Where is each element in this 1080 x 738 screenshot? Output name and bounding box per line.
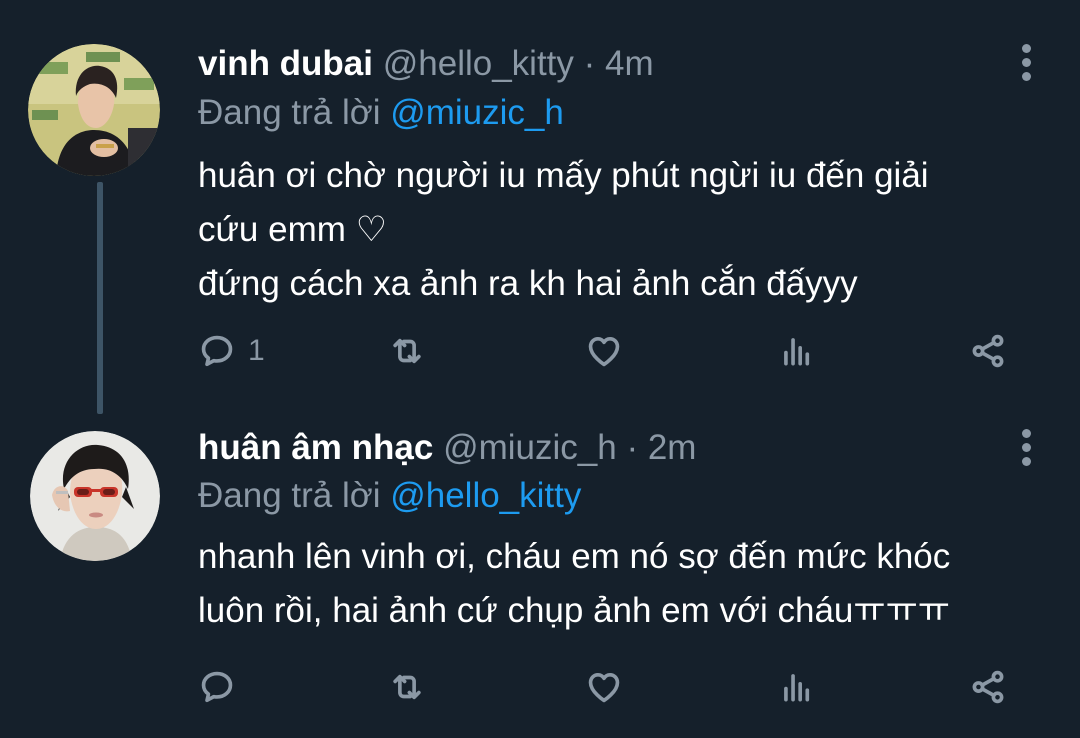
tweet[interactable]: huân âm nhạc @miuzic_h · 2m Đang trả lời… xyxy=(0,405,1080,738)
tweet-header: vinh dubai @hello_kitty · 4m xyxy=(198,44,654,84)
avatar-photo-icon xyxy=(28,44,160,176)
user-handle[interactable]: @miuzic_h xyxy=(443,428,617,467)
tweet-text: nhanh lên vinh ơi, cháu em nó sợ đến mức… xyxy=(198,537,951,630)
views-button[interactable] xyxy=(778,326,816,376)
display-name[interactable]: vinh dubai xyxy=(198,44,373,83)
replying-to-mention[interactable]: @miuzic_h xyxy=(390,93,564,132)
retweet-button[interactable] xyxy=(388,326,426,376)
tweet[interactable]: vinh dubai @hello_kitty · 4m Đang trả lờ… xyxy=(0,0,1080,414)
like-icon xyxy=(588,336,620,367)
more-options-icon xyxy=(1020,44,1032,81)
retweet-icon xyxy=(393,674,421,700)
separator-dot: · xyxy=(583,44,596,83)
timestamp[interactable]: 2m xyxy=(648,428,697,467)
replying-to: Đang trả lời @miuzic_h xyxy=(198,93,564,133)
reply-count: 1 xyxy=(248,334,265,367)
tweet-header: huân âm nhạc @miuzic_h · 2m xyxy=(198,428,696,468)
avatar[interactable] xyxy=(28,44,160,176)
retweet-icon xyxy=(393,338,421,364)
replying-to-mention[interactable]: @hello_kitty xyxy=(390,476,581,515)
share-icon xyxy=(972,670,1004,704)
avatar[interactable] xyxy=(30,431,160,561)
more-options-button[interactable] xyxy=(1020,429,1032,469)
like-button[interactable] xyxy=(585,662,623,712)
share-icon xyxy=(972,334,1004,368)
reply-button[interactable] xyxy=(198,662,248,712)
separator-dot: · xyxy=(626,428,639,467)
replying-to: Đang trả lời @hello_kitty xyxy=(198,476,581,516)
reply-icon xyxy=(201,335,233,367)
replying-label: Đang trả lời xyxy=(198,93,381,132)
views-icon xyxy=(784,338,810,366)
like-icon xyxy=(588,672,620,703)
timestamp[interactable]: 4m xyxy=(605,44,654,83)
reply-button[interactable]: 1 xyxy=(198,326,265,376)
views-button[interactable] xyxy=(778,662,816,712)
share-button[interactable] xyxy=(969,326,1007,376)
avatar-photo-icon xyxy=(30,431,160,561)
thread-connector-line xyxy=(97,182,103,414)
like-button[interactable] xyxy=(585,326,623,376)
more-options-icon xyxy=(1020,429,1032,466)
reply-icon xyxy=(201,671,233,703)
views-icon xyxy=(784,674,810,702)
display-name[interactable]: huân âm nhạc xyxy=(198,428,433,467)
user-handle[interactable]: @hello_kitty xyxy=(383,44,574,83)
more-options-button[interactable] xyxy=(1020,44,1032,84)
share-button[interactable] xyxy=(969,662,1007,712)
tweet-actions xyxy=(198,662,1018,712)
retweet-button[interactable] xyxy=(388,662,426,712)
replying-label: Đang trả lời xyxy=(198,476,381,515)
tweet-text: huân ơi chờ người iu mấy phút ngừi iu đế… xyxy=(198,156,929,303)
tweet-actions: 1 xyxy=(198,326,1018,376)
